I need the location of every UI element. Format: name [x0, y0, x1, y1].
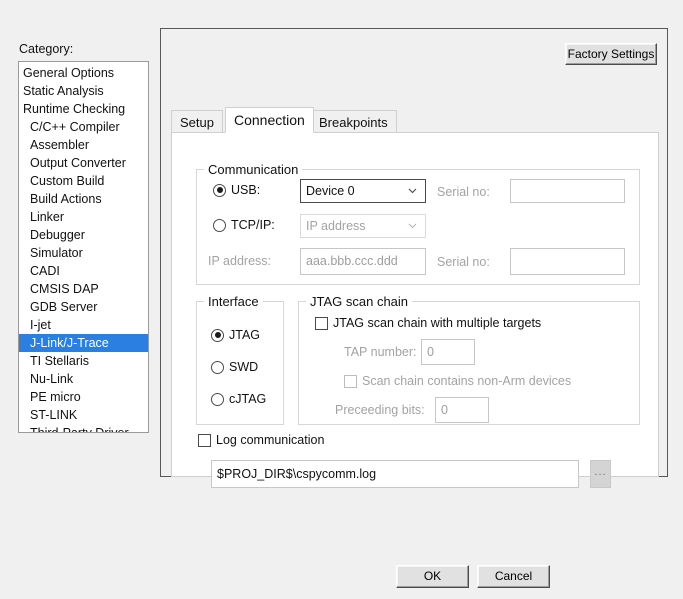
non-arm-devices-checkbox-icon[interactable]	[344, 374, 357, 388]
ok-button[interactable]: OK	[396, 565, 469, 588]
communication-group-title: Communication	[204, 162, 303, 177]
options-panel: Factory Settings Setup Connection Breakp…	[160, 28, 668, 488]
category-item-build-actions[interactable]: Build Actions	[19, 190, 148, 208]
usb-device-combobox[interactable]: Device 0	[300, 179, 426, 203]
category-item-custom-build[interactable]: Custom Build	[19, 172, 148, 190]
interface-radio-cjtag[interactable]: cJTAG	[211, 392, 266, 406]
tcpip-radio-icon[interactable]	[213, 218, 226, 232]
jtag-multi-target-label: JTAG scan chain with multiple targets	[333, 316, 542, 330]
usb-device-combobox-value: Device 0	[306, 184, 355, 198]
usb-radio-icon[interactable]	[213, 183, 226, 197]
cancel-button[interactable]: Cancel	[477, 565, 550, 588]
usb-serial-no-input[interactable]	[510, 179, 625, 203]
log-path-input[interactable]: $PROJ_DIR$\cspycomm.log	[211, 460, 579, 488]
usb-radio-row[interactable]: USB:	[213, 183, 260, 197]
category-item-cmsis-dap[interactable]: CMSIS DAP	[19, 280, 148, 298]
interface-group: Interface JTAG SWD cJTAG	[196, 294, 284, 425]
category-item-output-converter[interactable]: Output Converter	[19, 154, 148, 172]
category-item-nu-link[interactable]: Nu-Link	[19, 370, 148, 388]
preceeding-bits-input[interactable]: 0	[435, 397, 489, 423]
log-communication-checkbox-icon[interactable]	[198, 433, 211, 447]
tcpip-serial-no-input[interactable]	[510, 248, 625, 275]
swd-radio-icon[interactable]	[211, 360, 224, 374]
log-communication-label: Log communication	[216, 433, 325, 447]
tab-connection[interactable]: Connection	[225, 107, 314, 133]
ip-address-label: IP address:	[208, 254, 272, 268]
category-item-general-options[interactable]: General Options	[19, 64, 148, 82]
jtag-scan-chain-group-title: JTAG scan chain	[306, 294, 413, 309]
category-item-st-link[interactable]: ST-LINK	[19, 406, 148, 424]
tap-number-label: TAP number:	[344, 345, 417, 359]
category-item-pe-micro[interactable]: PE micro	[19, 388, 148, 406]
communication-group: Communication USB: Device 0 Serial no: T…	[196, 162, 640, 285]
cjtag-radio-icon[interactable]	[211, 392, 224, 406]
category-item-static-analysis[interactable]: Static Analysis	[19, 82, 148, 100]
tcpip-serial-no-label: Serial no:	[437, 255, 490, 269]
category-item-i-jet[interactable]: I-jet	[19, 316, 148, 334]
tab-breakpoints[interactable]: Breakpoints	[310, 110, 397, 133]
tab-panel-connection: Communication USB: Device 0 Serial no: T…	[171, 132, 659, 488]
interface-group-title: Interface	[204, 294, 263, 309]
jtag-multi-target-checkbox-icon[interactable]	[315, 316, 328, 330]
jtag-radio-label: JTAG	[229, 328, 261, 342]
tcpip-combobox-value: IP address	[306, 219, 366, 233]
jtag-multi-target-checkbox-row[interactable]: JTAG scan chain with multiple targets	[315, 316, 541, 330]
category-list[interactable]: General Options Static Analysis Runtime …	[18, 61, 149, 433]
interface-radio-swd[interactable]: SWD	[211, 360, 258, 374]
swd-radio-label: SWD	[229, 360, 259, 374]
chevron-down-icon	[408, 221, 417, 230]
log-path-browse-button[interactable]: ...	[590, 460, 611, 488]
non-arm-devices-checkbox-row[interactable]: Scan chain contains non-Arm devices	[344, 374, 571, 388]
preceeding-bits-label: Preceeding bits:	[335, 403, 425, 417]
category-item-gdb-server[interactable]: GDB Server	[19, 298, 148, 316]
category-item-assembler[interactable]: Assembler	[19, 136, 148, 154]
chevron-down-icon	[408, 186, 417, 195]
jtag-scan-chain-group: JTAG scan chain JTAG scan chain with mul…	[298, 294, 640, 425]
tap-number-input[interactable]: 0	[421, 339, 475, 365]
category-item-linker[interactable]: Linker	[19, 208, 148, 226]
tcpip-radio-label: TCP/IP:	[231, 218, 275, 232]
category-item-j-link-j-trace[interactable]: J-Link/J-Trace	[19, 334, 148, 352]
category-item-simulator[interactable]: Simulator	[19, 244, 148, 262]
factory-settings-button[interactable]: Factory Settings	[565, 43, 657, 65]
jtag-radio-icon[interactable]	[211, 328, 224, 342]
category-label: Category:	[19, 42, 74, 56]
category-item-runtime-checking[interactable]: Runtime Checking	[19, 100, 148, 118]
category-item-c-cpp-compiler[interactable]: C/C++ Compiler	[19, 118, 148, 136]
cjtag-radio-label: cJTAG	[229, 392, 267, 406]
tab-strip: Setup Connection Breakpoints	[171, 107, 659, 133]
category-item-third-party-driver[interactable]: Third-Party Driver	[19, 424, 148, 432]
usb-radio-label: USB:	[231, 183, 261, 197]
category-item-ti-stellaris[interactable]: TI Stellaris	[19, 352, 148, 370]
category-item-debugger[interactable]: Debugger	[19, 226, 148, 244]
category-item-cadi[interactable]: CADI	[19, 262, 148, 280]
non-arm-devices-label: Scan chain contains non-Arm devices	[362, 374, 572, 388]
ip-address-input[interactable]: aaa.bbb.ccc.ddd	[300, 248, 426, 275]
tcpip-combobox[interactable]: IP address	[300, 214, 426, 238]
log-communication-checkbox-row[interactable]: Log communication	[198, 433, 324, 447]
tcpip-radio-row[interactable]: TCP/IP:	[213, 218, 275, 232]
tab-setup[interactable]: Setup	[171, 110, 223, 133]
interface-radio-jtag[interactable]: JTAG	[211, 328, 260, 342]
usb-serial-no-label: Serial no:	[437, 185, 490, 199]
